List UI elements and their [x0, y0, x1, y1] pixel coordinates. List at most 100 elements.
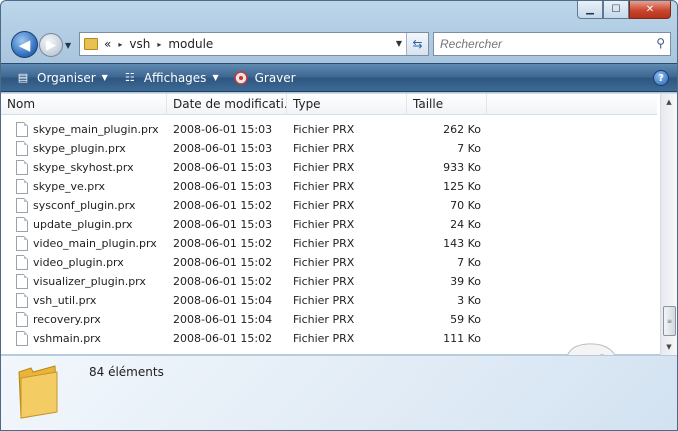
burn-label: Graver	[254, 70, 296, 85]
file-date: 2008-06-01 15:04	[173, 313, 273, 326]
file-icon	[16, 255, 28, 270]
chevron-down-icon: ▼	[65, 41, 72, 50]
file-type: Fichier PRX	[293, 161, 355, 174]
search-icon[interactable]: ⚲	[656, 36, 665, 50]
file-name: update_plugin.prx	[33, 218, 133, 231]
file-type: Fichier PRX	[293, 123, 355, 136]
file-row[interactable]: recovery.prx 2008-06-01 15:04 Fichier PR…	[1, 310, 657, 329]
refresh-icon: ⇆	[412, 37, 423, 51]
scroll-down-icon[interactable]: ▼	[661, 339, 677, 355]
command-bar: ▤ Organiser ▼ ☷ Affichages ▼ Graver ?	[1, 63, 677, 92]
file-size: 59 Ko	[450, 313, 481, 326]
file-row[interactable]: vsh_util.prx 2008-06-01 15:04 Fichier PR…	[1, 291, 657, 310]
file-size: 7 Ko	[457, 142, 481, 155]
help-button[interactable]: ?	[653, 70, 669, 86]
file-date: 2008-06-01 15:02	[173, 332, 273, 345]
file-date: 2008-06-01 15:03	[173, 123, 273, 136]
file-type: Fichier PRX	[293, 256, 355, 269]
file-name-cell: vshmain.prx	[1, 331, 167, 346]
file-type: Fichier PRX	[293, 332, 355, 345]
file-row[interactable]: sysconf_plugin.prx 2008-06-01 15:02 Fich…	[1, 196, 657, 215]
file-row[interactable]: skype_main_plugin.prx 2008-06-01 15:03 F…	[1, 120, 657, 139]
file-date: 2008-06-01 15:04	[173, 294, 273, 307]
address-dropdown-icon[interactable]: ▼	[396, 39, 402, 48]
breadcrumb-separator-icon[interactable]: ▸	[157, 40, 161, 49]
breadcrumb-module[interactable]: module	[168, 37, 213, 51]
breadcrumb-vsh[interactable]: vsh	[129, 37, 150, 51]
address-bar[interactable]: « ▸ vsh ▸ module ▼ ⇆	[79, 32, 429, 56]
file-row[interactable]: visualizer_plugin.prx 2008-06-01 15:02 F…	[1, 272, 657, 291]
file-type: Fichier PRX	[293, 180, 355, 193]
vertical-scrollbar[interactable]: ▲ ≡ ▼	[660, 94, 677, 355]
file-size: 24 Ko	[450, 218, 481, 231]
search-input[interactable]	[440, 37, 640, 51]
file-name: skype_plugin.prx	[33, 142, 126, 155]
file-name-cell: skype_skyhost.prx	[1, 160, 167, 175]
file-row[interactable]: skype_skyhost.prx 2008-06-01 15:03 Fichi…	[1, 158, 657, 177]
file-size: 7 Ko	[457, 256, 481, 269]
file-size: 143 Ko	[443, 237, 481, 250]
file-row[interactable]: video_main_plugin.prx 2008-06-01 15:02 F…	[1, 234, 657, 253]
refresh-button[interactable]: ⇆	[406, 33, 428, 55]
burn-button[interactable]: Graver	[233, 71, 296, 85]
file-type: Fichier PRX	[293, 237, 355, 250]
file-icon	[16, 217, 28, 232]
file-type: Fichier PRX	[293, 294, 355, 307]
file-row[interactable]: skype_ve.prx 2008-06-01 15:03 Fichier PR…	[1, 177, 657, 196]
file-name-cell: video_plugin.prx	[1, 255, 167, 270]
file-icon	[16, 293, 28, 308]
search-box[interactable]: ⚲	[433, 32, 671, 56]
file-name: skype_ve.prx	[33, 180, 105, 193]
column-header-name[interactable]: Nom	[1, 94, 167, 115]
file-type: Fichier PRX	[293, 218, 355, 231]
back-button[interactable]: ◀	[11, 31, 38, 58]
file-row[interactable]: video_plugin.prx 2008-06-01 15:02 Fichie…	[1, 253, 657, 272]
explorer-window: ▁ ☐ ✕ ◀ ▶ ▼ « ▸ vsh ▸ module ▼ ⇆ ⚲ ▤	[0, 0, 678, 431]
file-type: Fichier PRX	[293, 275, 355, 288]
column-header-date[interactable]: Date de modificati...	[167, 94, 287, 115]
organize-button[interactable]: ▤ Organiser ▼	[15, 71, 108, 85]
file-name-cell: visualizer_plugin.prx	[1, 274, 167, 289]
file-name: skype_main_plugin.prx	[33, 123, 159, 136]
file-name: sysconf_plugin.prx	[33, 199, 136, 212]
column-header-type[interactable]: Type	[287, 94, 407, 115]
minimize-button[interactable]: ▁	[577, 1, 603, 19]
help-icon: ?	[658, 72, 664, 84]
recent-pages-button[interactable]: ▼	[65, 41, 71, 50]
organize-icon: ▤	[17, 71, 29, 84]
file-name: vshmain.prx	[33, 332, 101, 345]
caption-buttons: ▁ ☐ ✕	[577, 1, 671, 21]
file-name: video_main_plugin.prx	[33, 237, 157, 250]
file-date: 2008-06-01 15:02	[173, 275, 273, 288]
file-row[interactable]: update_plugin.prx 2008-06-01 15:03 Fichi…	[1, 215, 657, 234]
organize-label: Organiser	[37, 70, 96, 85]
scrollbar-thumb[interactable]: ≡	[663, 306, 676, 336]
views-button[interactable]: ☷ Affichages ▼	[122, 71, 219, 85]
chevron-down-icon: ▼	[212, 73, 219, 82]
views-icon: ☷	[124, 71, 135, 84]
file-rows: skype_main_plugin.prx 2008-06-01 15:03 F…	[1, 120, 657, 348]
breadcrumb-overflow[interactable]: «	[104, 37, 111, 51]
file-name-cell: skype_plugin.prx	[1, 141, 167, 156]
scroll-up-icon[interactable]: ▲	[661, 94, 677, 110]
breadcrumb-separator-icon[interactable]: ▸	[118, 40, 122, 49]
file-size: 933 Ko	[443, 161, 481, 174]
column-header-size[interactable]: Taille	[407, 94, 487, 115]
file-row[interactable]: skype_plugin.prx 2008-06-01 15:03 Fichie…	[1, 139, 657, 158]
folder-icon	[18, 365, 58, 419]
file-type: Fichier PRX	[293, 313, 355, 326]
file-icon	[16, 331, 28, 346]
file-icon	[16, 236, 28, 251]
file-icon	[16, 122, 28, 137]
forward-button[interactable]: ▶	[39, 33, 63, 57]
file-date: 2008-06-01 15:03	[173, 218, 273, 231]
file-icon	[16, 312, 28, 327]
close-button[interactable]: ✕	[629, 1, 671, 19]
maximize-button[interactable]: ☐	[603, 1, 629, 19]
file-name-cell: sysconf_plugin.prx	[1, 198, 167, 213]
file-name-cell: skype_ve.prx	[1, 179, 167, 194]
file-type: Fichier PRX	[293, 142, 355, 155]
file-date: 2008-06-01 15:02	[173, 256, 273, 269]
file-name-cell: update_plugin.prx	[1, 217, 167, 232]
file-size: 111 Ko	[443, 332, 481, 345]
